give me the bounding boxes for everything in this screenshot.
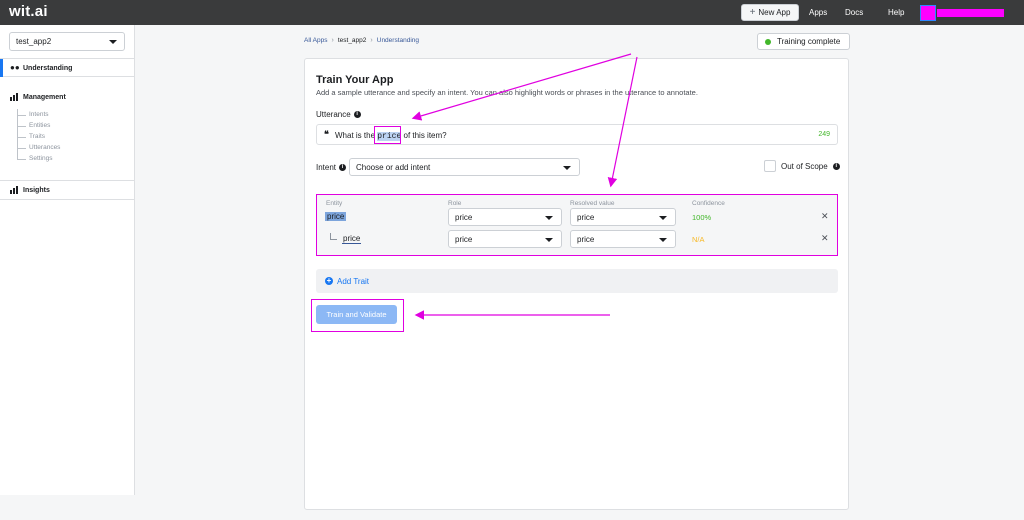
breadcrumb: All Apps › test_app2 › Understanding (304, 37, 419, 44)
resolved-value: price (577, 212, 595, 222)
intent-select[interactable]: Choose or add intent (349, 158, 580, 176)
sidebar-insights-label: Insights (23, 186, 50, 194)
nav-help-link[interactable]: Help (888, 8, 904, 17)
app-selector-value: test_app2 (16, 37, 52, 46)
utterance-label: Utterance (316, 110, 351, 119)
sidebar-item-insights[interactable]: Insights (10, 186, 50, 194)
utterance-text-after: of this item? (401, 131, 447, 140)
character-count: 249 (818, 131, 830, 138)
status-dot-icon (765, 38, 771, 45)
app-selector[interactable]: test_app2 (9, 32, 125, 51)
breadcrumb-all-apps[interactable]: All Apps (304, 37, 328, 44)
utterance-label-row: Utterance i (316, 110, 361, 119)
new-app-button[interactable]: + New App (741, 4, 799, 21)
plus-icon: + (749, 7, 756, 18)
quote-icon: ❝ (324, 129, 329, 139)
info-icon[interactable]: i (353, 111, 361, 118)
bar-chart-icon (10, 93, 19, 101)
sidebar-item-understanding[interactable]: ●● Understanding (0, 58, 135, 77)
chevron-right-icon: › (370, 37, 373, 44)
intent-label: Intent (316, 163, 337, 172)
resolved-value: price (577, 234, 595, 244)
witai-logo[interactable]: wit.ai (9, 3, 48, 20)
sidebar-item-utterances[interactable]: Utterances (17, 142, 60, 153)
chevron-down-icon (659, 238, 667, 242)
page-title: Train Your App (316, 74, 394, 86)
column-header-resolved: Resolved value (570, 200, 615, 207)
bar-chart-icon (10, 186, 19, 194)
role-select-value: price (455, 234, 473, 244)
chevron-down-icon (659, 216, 667, 220)
chevron-right-icon: › (331, 37, 334, 44)
entity-child[interactable]: price (342, 234, 362, 244)
sidebar-understanding-label: Understanding (23, 64, 73, 72)
add-trait-button[interactable]: + Add Trait (316, 269, 838, 293)
sidebar-understanding-head: ●● Understanding (10, 64, 72, 72)
train-and-validate-button[interactable]: Train and Validate (316, 305, 397, 324)
role-select-value: price (455, 212, 473, 222)
new-app-label: New App (758, 8, 791, 17)
training-status-badge: Training complete (757, 33, 850, 50)
chevron-down-icon (563, 166, 571, 170)
intent-label-row: Intent i (316, 163, 347, 172)
confidence-value: 100% (692, 213, 712, 222)
user-avatar[interactable] (920, 5, 936, 21)
sidebar-item-intents[interactable]: Intents (17, 109, 60, 120)
sidebar: test_app2 ●● Understanding Management In… (0, 25, 135, 495)
role-select[interactable]: price (448, 230, 562, 248)
utterance-text-before: What is the (335, 131, 378, 140)
chevron-down-icon (545, 238, 553, 242)
top-bar: wit.ai + New App Apps Docs Help (0, 0, 1024, 25)
role-select[interactable]: price (448, 208, 562, 226)
sidebar-section-insights: Insights (0, 181, 135, 200)
sidebar-item-traits[interactable]: Traits (17, 131, 60, 142)
entity-chip[interactable]: price (325, 212, 347, 221)
out-of-scope-checkbox[interactable] (764, 160, 776, 172)
sidebar-section-management: Management Intents Entities Traits Utter… (0, 77, 135, 181)
chevron-down-icon (109, 40, 117, 44)
people-icon: ●● (10, 63, 20, 72)
train-panel: Train Your App Add a sample utterance an… (304, 58, 849, 510)
resolved-value-select[interactable]: price (570, 230, 676, 248)
intent-select-value: Choose or add intent (356, 162, 431, 172)
plus-circle-icon: + (325, 276, 333, 285)
nav-apps-link[interactable]: Apps (809, 8, 827, 17)
management-subitems: Intents Entities Traits Utterances Setti… (17, 109, 60, 164)
redacted-username (937, 9, 1004, 17)
column-header-entity: Entity (326, 200, 343, 207)
info-icon[interactable]: i (832, 162, 840, 170)
breadcrumb-current: Understanding (376, 37, 420, 44)
entity-table: Entity Role Resolved value Confidence pr… (316, 194, 838, 256)
breadcrumb-app[interactable]: test_app2 (338, 37, 367, 44)
annotation-box-highlight (374, 126, 401, 144)
nav-docs-link[interactable]: Docs (845, 8, 863, 17)
column-header-role: Role (448, 200, 462, 207)
sidebar-management-label: Management (23, 93, 66, 101)
sidebar-item-management[interactable]: Management (10, 93, 66, 101)
training-status-text: Training complete (777, 37, 841, 46)
column-header-confidence: Confidence (692, 200, 725, 207)
add-trait-label: Add Trait (337, 276, 370, 286)
resolved-value-select[interactable]: price (570, 208, 676, 226)
sidebar-item-settings[interactable]: Settings (17, 153, 60, 164)
remove-entity-close-icon[interactable]: ✕ (821, 233, 829, 244)
out-of-scope-toggle[interactable]: Out of Scope i (764, 160, 840, 172)
tree-connector (330, 233, 337, 240)
chevron-down-icon (545, 216, 553, 220)
info-icon[interactable]: i (339, 164, 347, 171)
confidence-value: N/A (692, 235, 705, 244)
sidebar-item-entities[interactable]: Entities (17, 120, 60, 131)
page-description: Add a sample utterance and specify an in… (316, 88, 698, 97)
active-indicator (0, 59, 3, 77)
out-of-scope-label: Out of Scope (781, 161, 828, 171)
remove-entity-close-icon[interactable]: ✕ (821, 211, 829, 222)
